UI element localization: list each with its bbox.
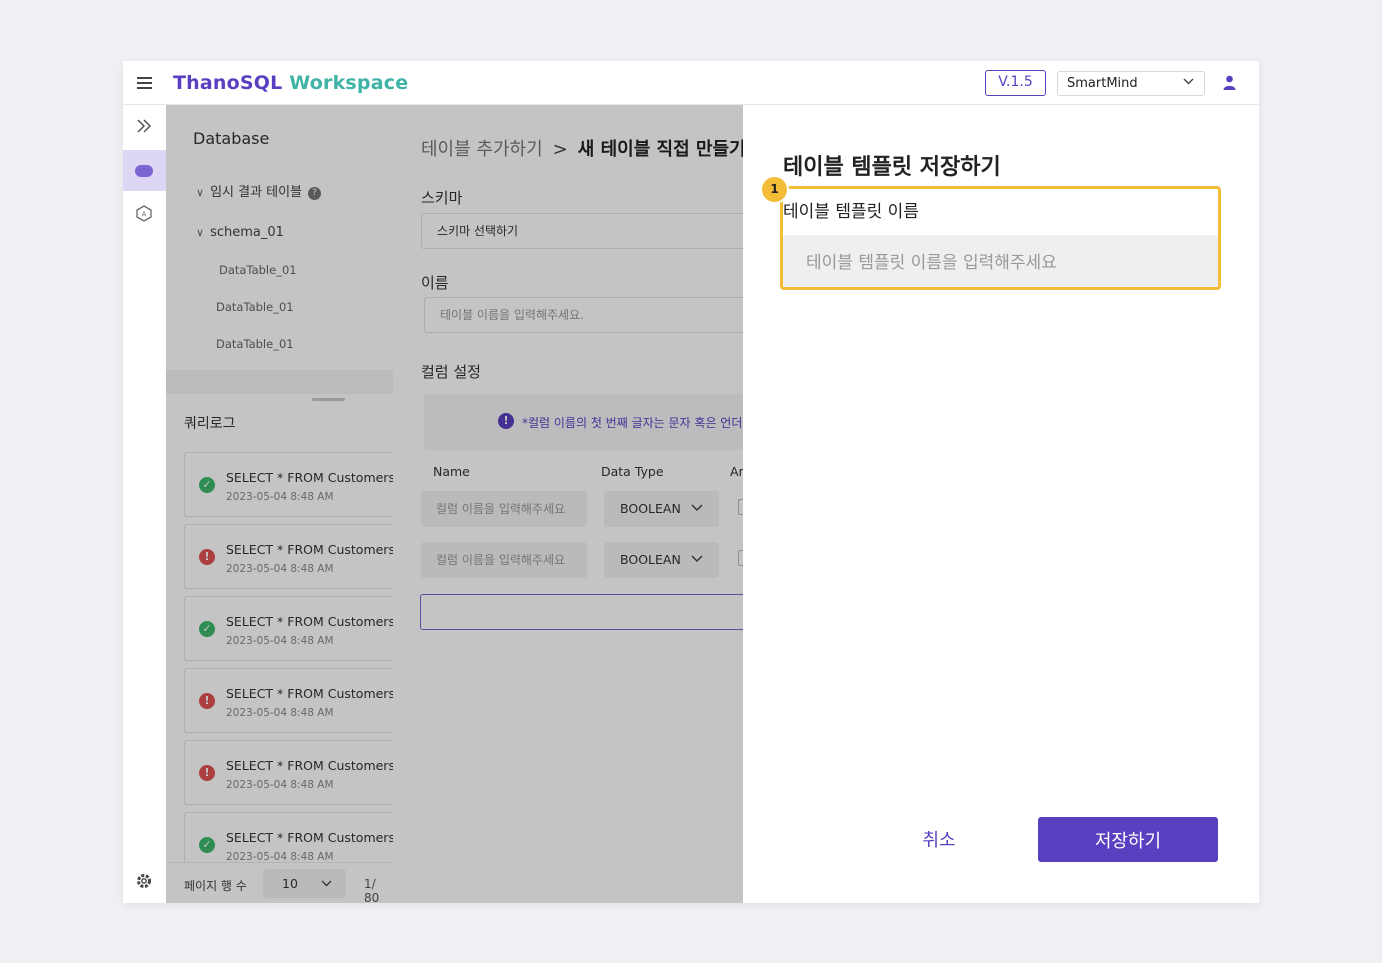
top-bar: ThanoSQL Workspace V.1.5 SmartMind <box>123 61 1259 105</box>
app-logo: ThanoSQL Workspace <box>173 72 408 94</box>
save-button[interactable]: 저장하기 <box>1038 817 1218 862</box>
template-name-field: 테이블 템플릿 이름 <box>780 186 1221 290</box>
template-name-input[interactable] <box>783 235 1218 287</box>
modal-backdrop[interactable] <box>166 105 743 903</box>
chevron-down-icon <box>1183 78 1194 85</box>
template-name-label: 테이블 템플릿 이름 <box>783 202 919 222</box>
expand-icon[interactable] <box>136 119 152 133</box>
logo-text-secondary: Workspace <box>289 72 409 94</box>
model-icon[interactable]: A <box>136 205 152 222</box>
modal-title: 테이블 템플릿 저장하기 <box>783 155 1001 180</box>
org-select[interactable]: SmartMind <box>1057 71 1205 96</box>
svg-text:A: A <box>142 211 147 219</box>
logo-text-primary: ThanoSQL <box>173 72 283 94</box>
left-rail: A <box>123 105 166 903</box>
version-badge: V.1.5 <box>985 70 1046 96</box>
org-select-value: SmartMind <box>1067 76 1138 91</box>
save-template-modal: 테이블 템플릿 저장하기 테이블 템플릿 이름 1 취소 저장하기 <box>743 105 1259 903</box>
settings-gear-icon[interactable] <box>136 873 152 889</box>
app-window: ThanoSQL Workspace V.1.5 SmartMind A Dat… <box>123 61 1259 903</box>
database-icon <box>135 165 153 177</box>
annotation-badge: 1 <box>760 175 789 204</box>
cancel-button[interactable]: 취소 <box>905 817 973 861</box>
user-icon[interactable] <box>1223 75 1236 90</box>
menu-icon[interactable] <box>137 77 152 89</box>
